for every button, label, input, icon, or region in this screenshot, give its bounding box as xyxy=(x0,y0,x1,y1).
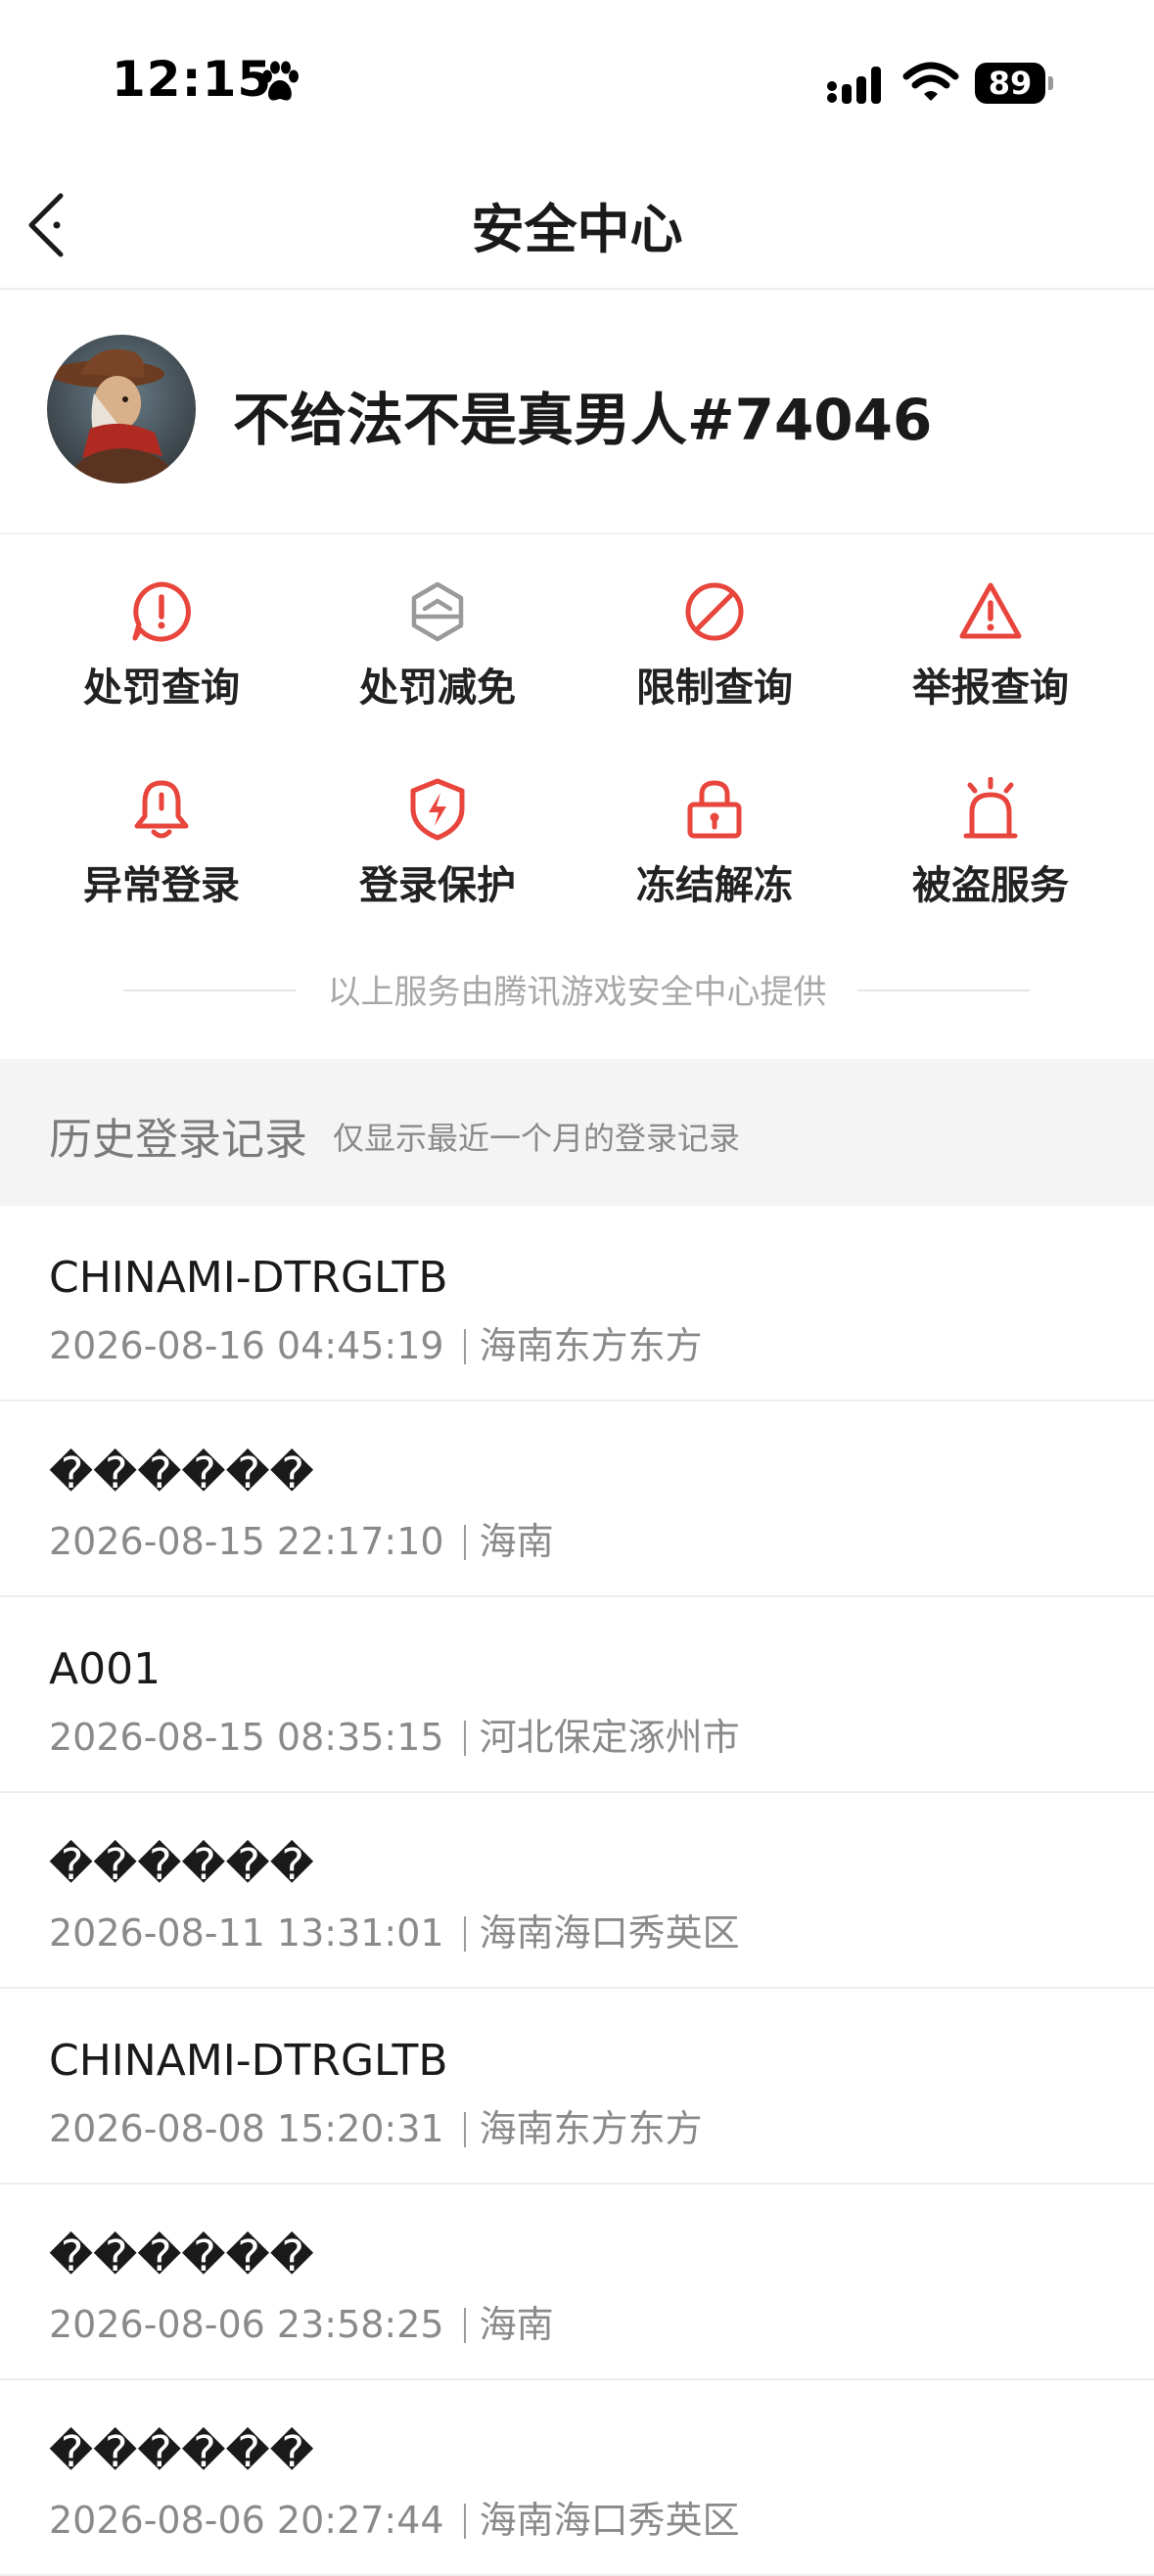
section-subtitle: 仅显示最近一个月的登录记录 xyxy=(333,1120,741,1157)
service-label: 举报查询 xyxy=(912,666,1069,711)
device-name: ������ xyxy=(49,2231,314,2281)
device-name: CHINAMI-DTRGLTB xyxy=(49,2036,448,2086)
service-provider-note: 以上服务由腾讯游戏安全中心提供 xyxy=(0,965,1154,1014)
device-name: ������ xyxy=(49,1449,314,1498)
separator xyxy=(463,1329,466,1364)
service-report-query[interactable]: 举报查询 xyxy=(873,579,1108,746)
service-label: 处罚查询 xyxy=(83,666,240,711)
service-abnormal-login[interactable]: 异常登录 xyxy=(44,777,279,943)
status-bar: 12:15 89 xyxy=(0,0,1154,166)
warning-triangle-icon xyxy=(959,582,1022,639)
login-location: 海南海口秀英区 xyxy=(479,2499,740,2542)
section-title: 历史登录记录 xyxy=(49,1115,307,1165)
list-item: A001 2026-08-15 08:35:15 河北保定涿州市 xyxy=(0,1597,1154,1793)
security-services-grid: 处罚查询 处罚减免 限制查询 举报查询 异常登录 登录保护 冻结解冻 被盗服务 … xyxy=(0,534,1154,1059)
login-location: 河北保定涿州市 xyxy=(479,1716,740,1759)
list-item: CHINAMI-DTRGLTB 2026-08-16 04:45:19 海南东方东… xyxy=(0,1206,1154,1402)
service-penalty-reduction[interactable]: 处罚减免 xyxy=(320,579,555,746)
separator xyxy=(463,2504,466,2539)
status-time: 12:15 xyxy=(112,51,273,108)
login-history-list: CHINAMI-DTRGLTB 2026-08-16 04:45:19 海南东方东… xyxy=(0,1206,1154,2576)
record-meta: 2026-08-08 15:20:31 海南东方东方 xyxy=(49,2098,703,2152)
record-meta: 2026-08-06 23:58:25 海南 xyxy=(49,2294,554,2348)
login-time: 2026-08-06 23:58:25 xyxy=(49,2303,444,2346)
device-name: ������ xyxy=(49,1840,314,1890)
separator xyxy=(463,1525,466,1560)
service-label: 处罚减免 xyxy=(359,666,516,711)
login-location: 海南 xyxy=(479,2303,554,2346)
record-meta: 2026-08-15 22:17:10 海南 xyxy=(49,1511,554,1565)
bell-icon xyxy=(134,780,189,839)
list-item: CHINAMI-DTRGLTB 2026-08-08 15:20:31 海南东方东… xyxy=(0,1989,1154,2185)
reduce-hexagon-icon xyxy=(411,581,464,642)
service-restriction-query[interactable]: 限制查询 xyxy=(597,579,832,746)
wifi-icon xyxy=(902,62,959,101)
battery-level: 89 xyxy=(975,63,1045,104)
device-name: CHINAMI-DTRGLTB xyxy=(49,1253,448,1303)
device-name: A001 xyxy=(49,1644,162,1694)
service-label: 限制查询 xyxy=(636,666,793,711)
service-label: 异常登录 xyxy=(83,863,240,908)
login-time: 2026-08-15 22:17:10 xyxy=(49,1520,444,1563)
login-location: 海南海口秀英区 xyxy=(479,1911,740,1955)
cellular-signal-icon xyxy=(827,67,881,104)
service-label: 冻结解冻 xyxy=(636,863,793,908)
login-time: 2026-08-16 04:45:19 xyxy=(49,1324,444,1367)
service-label: 被盗服务 xyxy=(912,863,1069,908)
record-meta: 2026-08-15 08:35:15 河北保定涿州市 xyxy=(49,1707,740,1761)
shield-bolt-icon xyxy=(410,778,465,841)
alarm-siren-icon xyxy=(963,777,1018,839)
list-item: ������ 2026-08-06 20:27:44 海南海口秀英区 xyxy=(0,2380,1154,2576)
lock-icon xyxy=(687,780,742,839)
alert-bubble-icon xyxy=(132,581,191,642)
record-meta: 2026-08-11 13:31:01 海南海口秀英区 xyxy=(49,1903,740,1956)
login-time: 2026-08-11 13:31:01 xyxy=(49,1911,444,1955)
prohibited-icon xyxy=(685,582,744,641)
list-item: ������ 2026-08-15 22:17:10 海南 xyxy=(0,1402,1154,1597)
service-label: 登录保护 xyxy=(359,863,516,908)
avatar xyxy=(47,335,196,483)
login-location: 海南东方东方 xyxy=(479,2107,703,2150)
device-name: ������ xyxy=(49,2427,314,2477)
provider-text: 以上服务由腾讯游戏安全中心提供 xyxy=(327,973,827,1012)
profile-card: 不给法不是真男人#74046 xyxy=(0,290,1154,534)
record-meta: 2026-08-06 20:27:44 海南海口秀英区 xyxy=(49,2490,740,2544)
battery-tip xyxy=(1048,76,1053,90)
login-time: 2026-08-08 15:20:31 xyxy=(49,2107,444,2150)
record-meta: 2026-08-16 04:45:19 海南东方东方 xyxy=(49,1315,703,1369)
page-title: 安全中心 xyxy=(471,199,683,260)
list-item: ������ 2026-08-06 23:58:25 海南 xyxy=(0,2185,1154,2380)
login-time: 2026-08-06 20:27:44 xyxy=(49,2499,444,2542)
paw-icon xyxy=(262,61,299,101)
separator xyxy=(463,2308,466,2343)
service-freeze-unfreeze[interactable]: 冻结解冻 xyxy=(597,777,832,943)
service-login-protection[interactable]: 登录保护 xyxy=(320,777,555,943)
separator xyxy=(463,1721,466,1756)
service-penalty-query[interactable]: 处罚查询 xyxy=(44,579,279,746)
service-stolen-account[interactable]: 被盗服务 xyxy=(873,777,1108,943)
separator xyxy=(463,1916,466,1952)
list-item: ������ 2026-08-11 13:31:01 海南海口秀英区 xyxy=(0,1793,1154,1989)
login-location: 海南东方东方 xyxy=(479,1324,703,1367)
username: 不给法不是真男人#74046 xyxy=(233,387,933,453)
login-time: 2026-08-15 08:35:15 xyxy=(49,1716,444,1759)
battery-indicator: 89 xyxy=(975,63,1053,104)
login-location: 海南 xyxy=(479,1520,554,1563)
navigation-bar: 安全中心 xyxy=(0,166,1154,290)
login-history-header: 历史登录记录 仅显示最近一个月的登录记录 xyxy=(0,1059,1154,1206)
separator xyxy=(463,2112,466,2147)
